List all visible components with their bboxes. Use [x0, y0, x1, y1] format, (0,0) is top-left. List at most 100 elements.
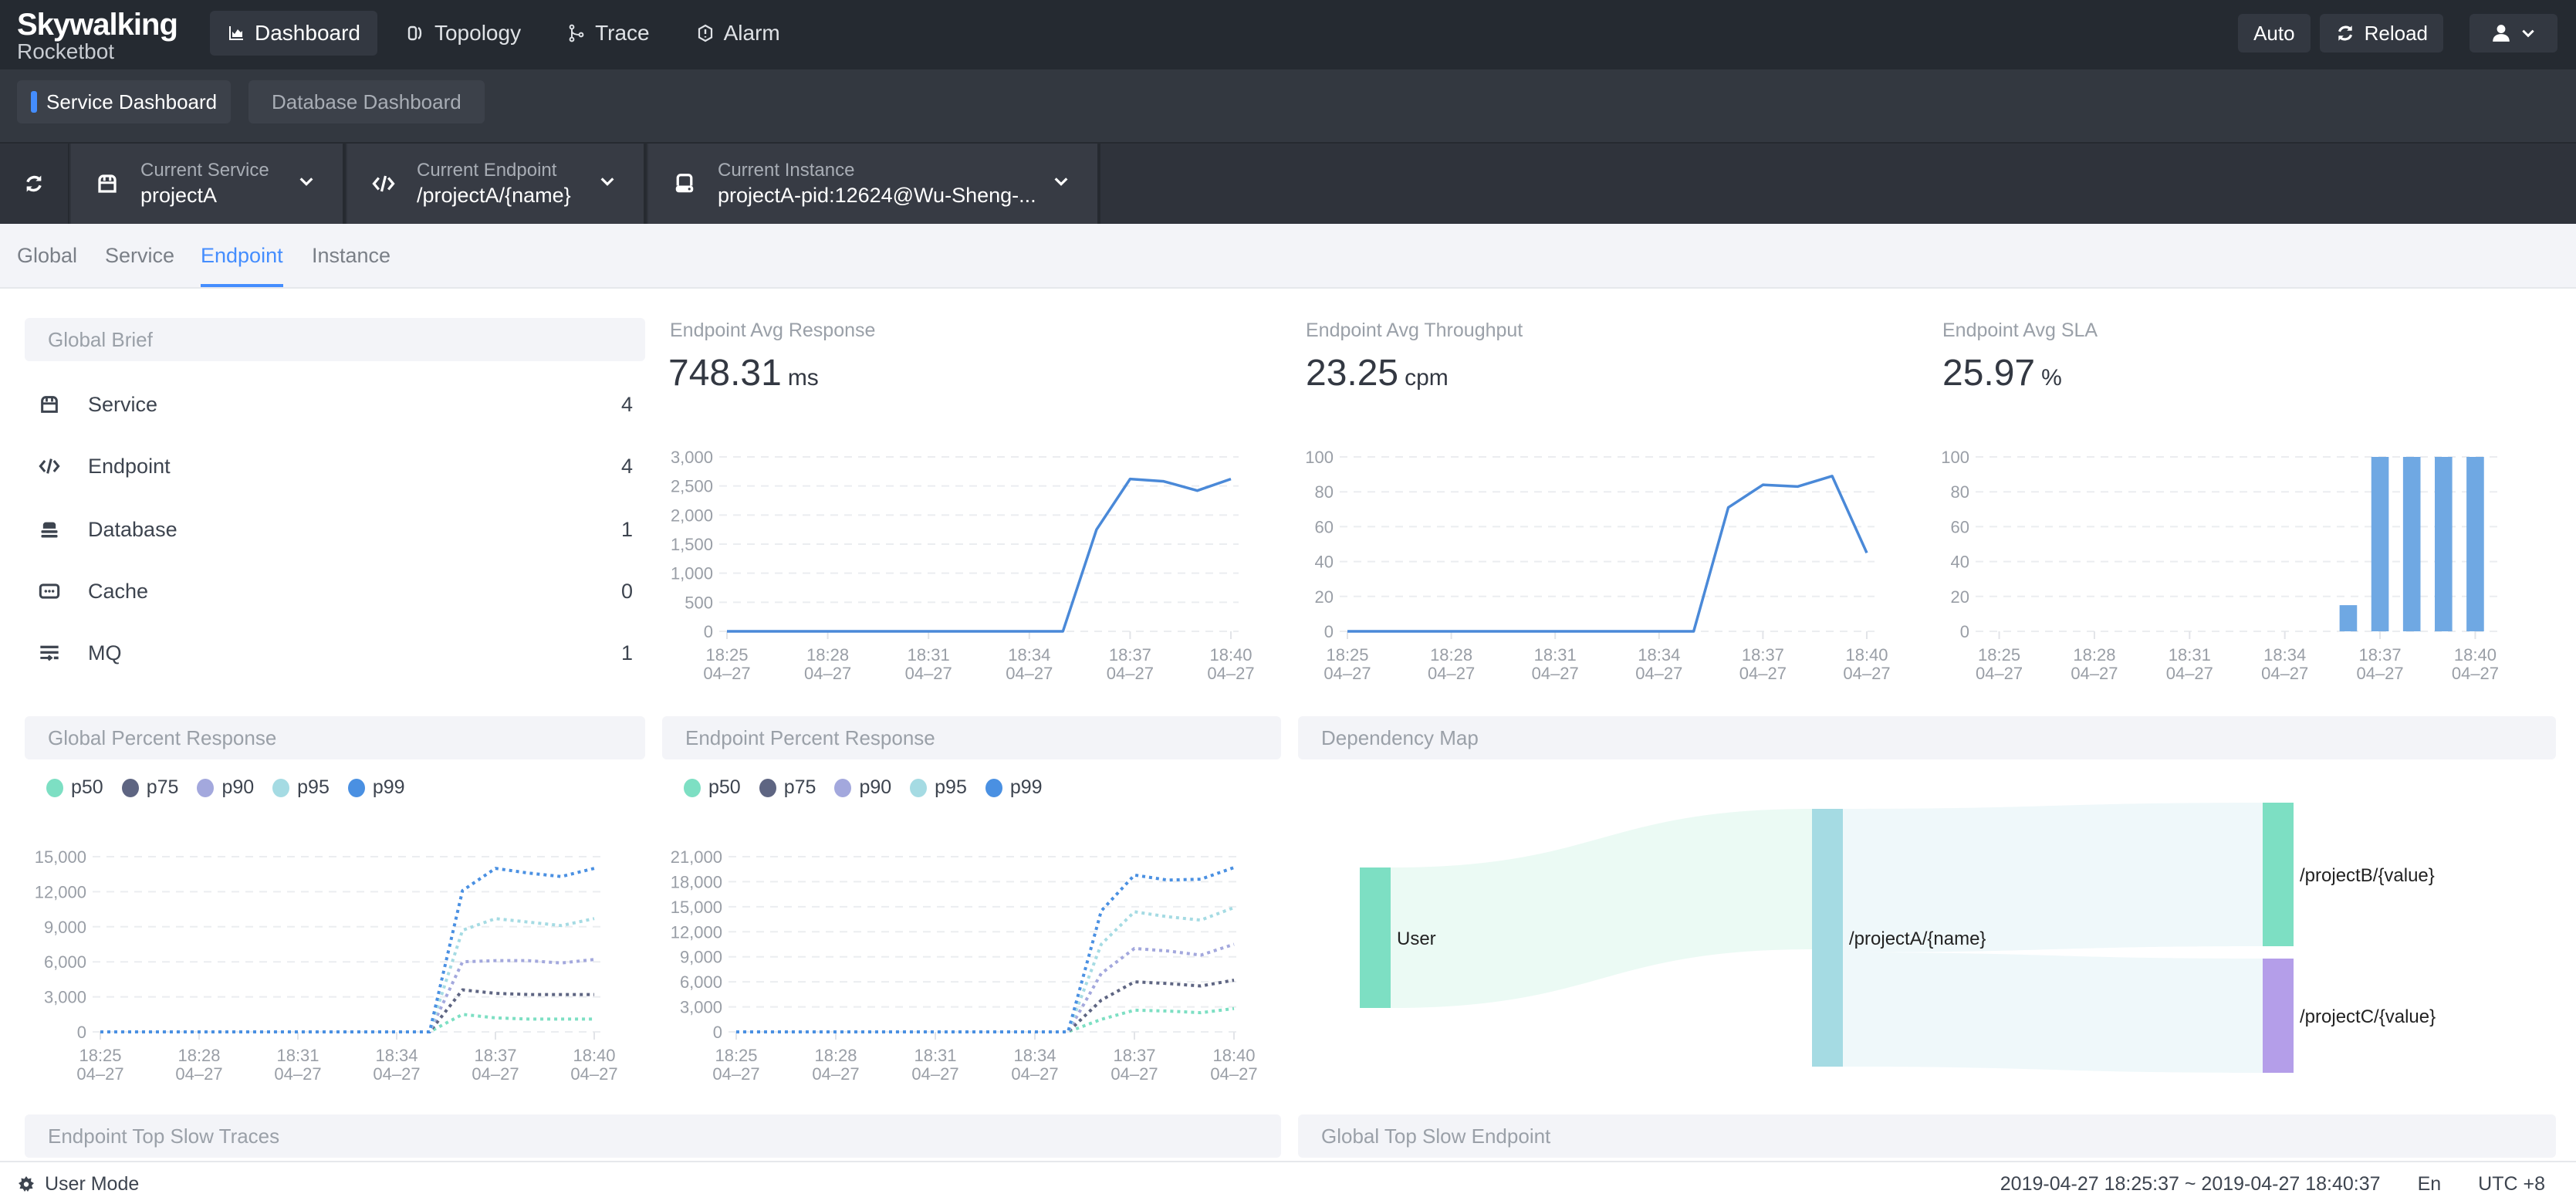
legend-label: p99: [1009, 776, 1043, 798]
y-tick-label: 6,000: [44, 952, 86, 972]
y-tick-label: 500: [685, 593, 713, 612]
brief-count: 1: [620, 517, 633, 541]
x-tick-label: 18:40: [1209, 645, 1252, 665]
x-tick-date-label: 04–27: [1323, 664, 1371, 683]
global-percent-header: Global Percent Response: [25, 716, 645, 759]
legend-p99[interactable]: p99: [347, 776, 405, 799]
y-tick-label: 20: [1315, 587, 1334, 607]
global-brief-header: Global Brief: [25, 318, 645, 361]
legend-dot: [121, 778, 139, 797]
y-tick-label: 12,000: [671, 922, 722, 942]
nav-trace[interactable]: Trace: [550, 11, 667, 56]
language-switch[interactable]: En: [2418, 1173, 2442, 1196]
logo[interactable]: Skywalking Rocketbot: [17, 9, 178, 63]
nav-topology[interactable]: Topology: [390, 11, 538, 56]
chevron-down-icon: [2522, 29, 2534, 38]
y-tick-label: 100: [1941, 448, 1969, 467]
user-icon: [2493, 25, 2510, 42]
tab-global[interactable]: Global: [17, 224, 77, 287]
endpoint-selector-label: Current Endpoint: [417, 160, 557, 181]
legend-label: p90: [859, 776, 892, 798]
y-tick-label: 9,000: [680, 948, 722, 967]
y-tick-label: 1,000: [671, 564, 713, 583]
service-dashboard-label: Service Dashboard: [46, 90, 218, 113]
time-range[interactable]: 2019-04-27 18:25:37 ~ 2019-04-27 18:40:3…: [2000, 1173, 2381, 1196]
legend-dot: [684, 778, 701, 797]
series-line-p75: [736, 979, 1235, 1033]
y-tick-label: 21,000: [671, 847, 722, 867]
metric-number: 25.97: [1942, 353, 2036, 394]
legend-dot: [272, 778, 290, 797]
x-tick-date-label: 04–27: [1843, 664, 1890, 683]
legend-p50[interactable]: p50: [684, 776, 741, 799]
legend-label: p95: [297, 776, 330, 798]
user-mode-toggle[interactable]: User Mode: [17, 1173, 139, 1196]
x-tick-date-label: 04–27: [1635, 664, 1682, 683]
x-tick-date-label: 04–27: [76, 1064, 123, 1084]
x-tick-label: 18:37: [2359, 645, 2402, 665]
trace-icon: [569, 24, 584, 42]
avg-throughput-value: 23.25 cpm: [1306, 352, 1449, 394]
bar-18:40: [2466, 457, 2484, 631]
x-tick-label: 18:25: [715, 1046, 757, 1065]
endpoint-selector[interactable]: Current Endpoint /projectA/{name}: [347, 144, 647, 224]
y-tick-label: 3,000: [44, 988, 86, 1007]
avg-response-chart: 05001,0001,5002,0002,5003,00018:2504–271…: [671, 448, 1255, 683]
refresh-selectors-button[interactable]: [0, 144, 69, 224]
legend-dot: [910, 778, 928, 797]
y-tick-label: 1,500: [671, 535, 713, 554]
x-tick-label: 18:37: [1109, 645, 1151, 665]
legend-p90[interactable]: p90: [834, 776, 891, 799]
series-line-avg-response: [727, 477, 1232, 633]
selector-bar: Current Service projectA Current Endpoin…: [0, 142, 2576, 224]
x-tick-date-label: 04–27: [2356, 664, 2403, 683]
global-percent-legend: p50 p75 p90 p95 p99: [46, 776, 405, 799]
legend-dot: [759, 778, 776, 797]
sankey-node-label: /projectC/{value}: [2300, 1006, 2436, 1027]
timezone[interactable]: UTC +8: [2478, 1173, 2545, 1196]
x-tick-date-label: 04–27: [1532, 664, 1579, 683]
x-tick-label: 18:25: [1326, 645, 1368, 665]
legend-p90[interactable]: p90: [197, 776, 254, 799]
refresh-icon: [26, 175, 42, 192]
x-tick-label: 18:40: [1845, 645, 1888, 665]
brief-row-database: Database 1: [39, 514, 633, 545]
user-menu-button[interactable]: [2470, 14, 2557, 52]
sankey-node: [1360, 867, 1391, 1008]
x-tick-label: 18:37: [1113, 1046, 1155, 1065]
reload-button[interactable]: Reload: [2319, 14, 2443, 52]
legend-p95[interactable]: p95: [910, 776, 967, 799]
auto-label: Auto: [2253, 21, 2295, 45]
y-tick-label: 80: [1315, 482, 1334, 502]
bar-18:37: [2371, 457, 2389, 631]
legend-p95[interactable]: p95: [272, 776, 330, 799]
tab-service[interactable]: Service: [105, 224, 174, 287]
sankey-node-label: User: [1397, 928, 1436, 949]
x-tick-label: 18:37: [1742, 645, 1784, 665]
tab-endpoint[interactable]: Endpoint: [201, 224, 283, 287]
footer-bar: User Mode 2019-04-27 18:25:37 ~ 2019-04-…: [0, 1161, 2576, 1204]
active-indicator: [31, 91, 37, 113]
instance-icon: [675, 174, 694, 193]
x-tick-label: 18:31: [2169, 645, 2211, 665]
service-dashboard-tab[interactable]: Service Dashboard: [17, 80, 232, 123]
tab-instance[interactable]: Instance: [312, 224, 390, 287]
instance-selector[interactable]: Current Instance projectA-pid:12624@Wu-S…: [648, 144, 1100, 224]
x-tick-label: 18:31: [914, 1046, 956, 1065]
legend-p75[interactable]: p75: [759, 776, 816, 799]
nav-dashboard[interactable]: Dashboard: [210, 11, 377, 56]
x-tick-date-label: 04–27: [1428, 664, 1475, 683]
database-dashboard-tab[interactable]: Database Dashboard: [248, 80, 485, 123]
auto-button[interactable]: Auto: [2238, 14, 2311, 52]
service-selector[interactable]: Current Service projectA: [71, 144, 346, 224]
brief-label: Service: [88, 392, 158, 416]
legend-p99[interactable]: p99: [985, 776, 1043, 799]
nav-alarm[interactable]: Alarm: [679, 11, 797, 56]
x-tick-date-label: 04–27: [570, 1064, 617, 1084]
x-tick-label: 18:34: [1013, 1046, 1056, 1065]
code-icon: [372, 175, 395, 192]
legend-p75[interactable]: p75: [121, 776, 178, 799]
legend-p50[interactable]: p50: [46, 776, 103, 799]
x-tick-label: 18:34: [375, 1046, 418, 1065]
x-tick-label: 18:28: [177, 1046, 220, 1065]
